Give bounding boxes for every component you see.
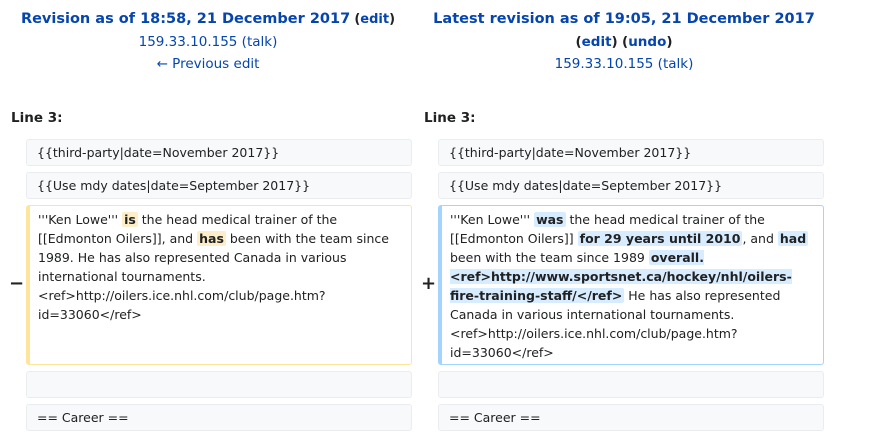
- diff-text: , and: [742, 231, 778, 246]
- old-edit-link[interactable]: edit: [360, 12, 389, 27]
- old-user-link[interactable]: 159.33.10.155: [139, 34, 238, 50]
- old-talk-paren: ): [272, 34, 278, 50]
- new-user-link[interactable]: 159.33.10.155: [555, 56, 654, 72]
- added-word: was: [534, 212, 566, 227]
- context-line-new: {{Use mdy dates|date=September 2017}}: [438, 172, 824, 199]
- undo-link[interactable]: undo: [628, 34, 666, 50]
- added-word: for 29 years until 2010: [577, 231, 743, 246]
- previous-edit-link[interactable]: ← Previous edit: [157, 56, 260, 72]
- context-line-new: == Career ==: [438, 404, 824, 431]
- added-word: had: [777, 231, 809, 246]
- deleted-line: '''Ken Lowe''' is the head medical train…: [26, 205, 412, 365]
- deleted-word: is: [122, 212, 138, 227]
- diff-text: been with the team since 1989: [450, 250, 649, 265]
- new-revision-link[interactable]: Latest revision as of 19:05, 21 December…: [433, 11, 815, 27]
- paren: ): [389, 12, 396, 27]
- diff-text: '''Ken Lowe''': [38, 212, 123, 227]
- deleted-word: has: [197, 231, 226, 246]
- new-edit-link[interactable]: edit: [582, 34, 612, 50]
- paren: ): [611, 34, 618, 50]
- context-line-new: {{third-party|date=November 2017}}: [438, 139, 824, 166]
- new-revision-header: Latest revision as of 19:05, 21 December…: [424, 8, 824, 75]
- old-revision-header: Revision as of 18:58, 21 December 2017 (…: [12, 8, 404, 75]
- new-talk-link[interactable]: talk: [663, 56, 688, 72]
- added-line: '''Ken Lowe''' was the head medical trai…: [438, 205, 824, 365]
- old-line-number: Line 3:: [11, 110, 63, 126]
- context-line-old: {{Use mdy dates|date=September 2017}}: [26, 172, 412, 199]
- new-talk-paren: ): [688, 56, 694, 72]
- empty-context-line-old: [26, 371, 412, 398]
- diff-text: '''Ken Lowe''': [450, 212, 535, 227]
- context-line-old: == Career ==: [26, 404, 412, 431]
- added-line-marker: +: [421, 273, 437, 294]
- old-revision-link[interactable]: Revision as of 18:58, 21 December 2017: [21, 11, 350, 27]
- empty-context-line-new: [438, 371, 824, 398]
- context-line-old: {{third-party|date=November 2017}}: [26, 139, 412, 166]
- deleted-line-marker: −: [9, 273, 25, 294]
- new-line-number: Line 3:: [424, 110, 476, 126]
- paren: ): [666, 34, 673, 50]
- old-talk-link[interactable]: talk: [247, 34, 272, 50]
